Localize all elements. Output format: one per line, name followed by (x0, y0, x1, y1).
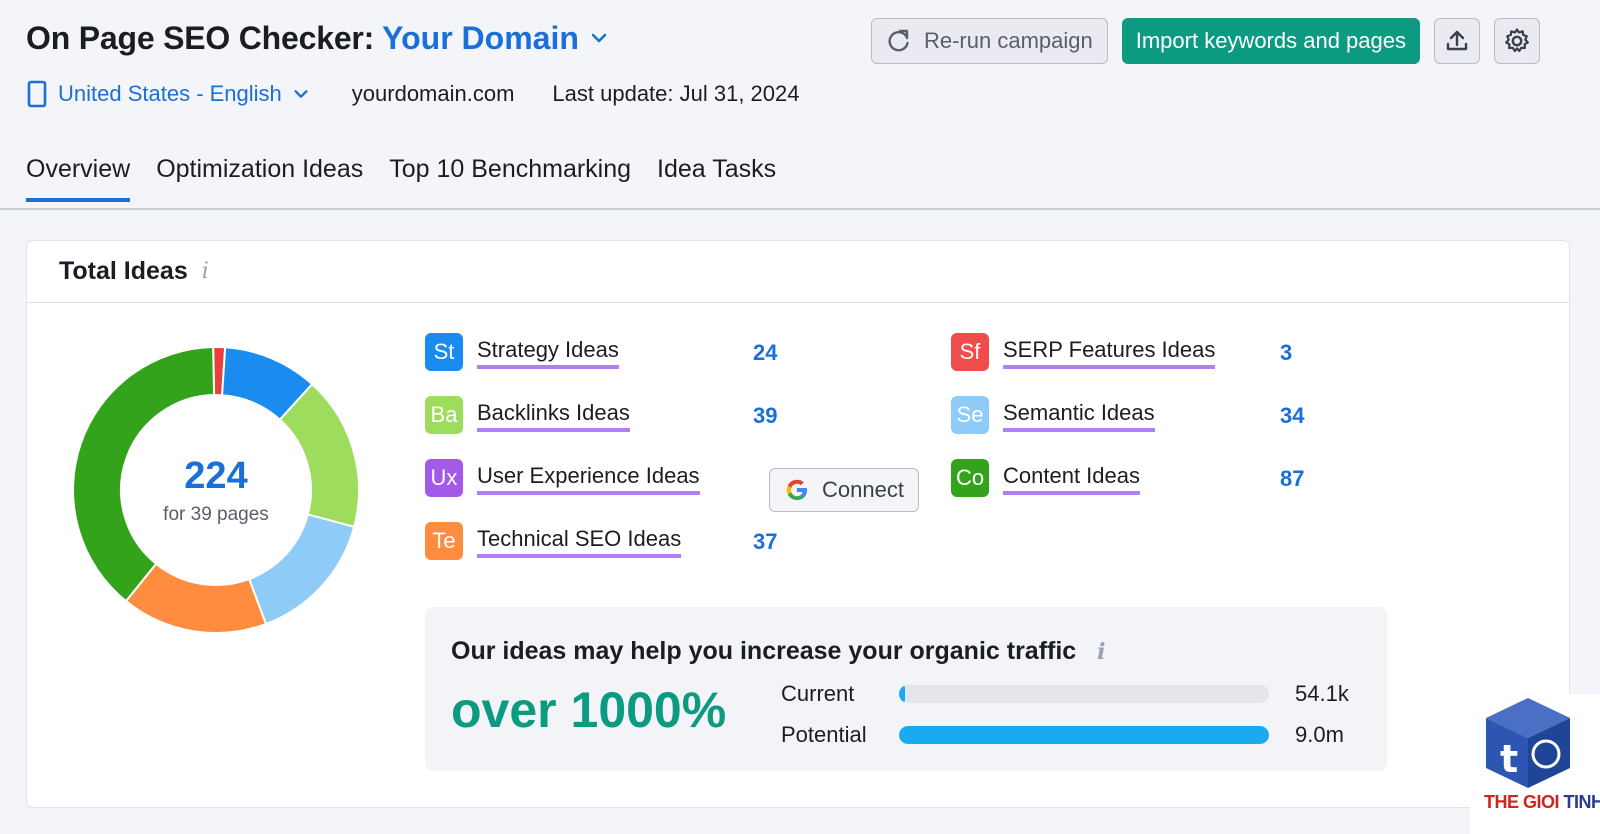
user-experience-ideas-link[interactable]: User Experience Ideas (477, 461, 700, 495)
organic-traffic-box: Our ideas may help you increase your org… (425, 607, 1387, 771)
mobile-device-icon (27, 80, 47, 108)
idea-row-semantic: Se Semantic Ideas (951, 395, 1155, 435)
tab-overview[interactable]: Overview (26, 155, 131, 202)
cube-logo-icon: t (1486, 698, 1570, 788)
idea-row-backlinks: Ba Backlinks Ideas (425, 395, 630, 435)
export-button[interactable] (1434, 18, 1480, 64)
rerun-campaign-button[interactable]: Re-run campaign (870, 18, 1108, 64)
last-update: Last update: Jul 31, 2024 (552, 81, 800, 106)
info-icon[interactable]: i (202, 259, 209, 284)
donut-center: 224 for 39 pages (71, 345, 361, 635)
tab-bar: Overview Optimization Ideas Top 10 Bench… (26, 155, 802, 202)
potential-label: Potential (781, 722, 867, 747)
semantic-ideas-count[interactable]: 34 (1280, 403, 1304, 429)
potential-traffic-value: 9.0m (1295, 722, 1344, 747)
potential-traffic-fill (899, 726, 1269, 744)
refresh-icon (888, 29, 909, 52)
content-ideas-link[interactable]: Content Ideas (1003, 461, 1140, 495)
svg-text:t: t (1500, 737, 1518, 781)
tab-top-10-benchmarking[interactable]: Top 10 Benchmarking (389, 155, 631, 200)
technical-seo-ideas-count[interactable]: 37 (753, 529, 777, 555)
semantic-ideas-link[interactable]: Semantic Ideas (1003, 398, 1155, 432)
current-traffic-fill (899, 685, 905, 703)
current-label: Current (781, 681, 855, 706)
tab-idea-tasks[interactable]: Idea Tasks (657, 155, 776, 200)
strategy-ideas-link[interactable]: Strategy Ideas (477, 335, 619, 369)
idea-row-serp-features: Sf SERP Features Ideas (951, 332, 1216, 372)
watermark-brand-b: TINHOC (1563, 792, 1600, 812)
tab-optimization-ideas[interactable]: Optimization Ideas (156, 155, 363, 200)
current-traffic-value: 54.1k (1295, 681, 1349, 706)
import-keywords-button[interactable]: Import keywords and pages (1121, 18, 1420, 64)
backlinks-badge: Ba (425, 396, 463, 434)
meta-row: United States - English yourdomain.com L… (26, 76, 800, 112)
chevron-down-icon (294, 90, 308, 98)
watermark-brand: THE GIOI TINHOC (1484, 792, 1600, 813)
domain-name: Your Domain (382, 19, 579, 56)
current-traffic-bar (899, 685, 1269, 703)
potential-traffic-row: Potential 9.0m (781, 722, 1344, 748)
traffic-increase: over 1000% (451, 682, 727, 738)
backlinks-ideas-count[interactable]: 39 (753, 403, 777, 429)
total-ideas-count: 224 (184, 454, 248, 497)
page-header: On Page SEO Checker: Your Domain Re-run … (26, 18, 1574, 108)
gear-icon (1505, 28, 1529, 53)
header-actions: Re-run campaign Import keywords and page… (870, 18, 1540, 64)
tabs-divider (0, 208, 1600, 210)
rerun-campaign-label: Re-run campaign (923, 28, 1093, 53)
serp-features-ideas-count[interactable]: 3 (1280, 340, 1292, 366)
idea-row-content: Co Content Ideas (951, 458, 1140, 498)
card-header: Total Ideas i (27, 241, 1569, 303)
google-icon (786, 479, 808, 500)
technical-seo-ideas-link[interactable]: Technical SEO Ideas (477, 524, 682, 558)
info-icon[interactable]: i (1097, 639, 1105, 665)
idea-row-user-experience: Ux User Experience Ideas (425, 458, 700, 498)
site-url: yourdomain.com (351, 81, 515, 106)
watermark-logo: t THE GIOI TINHOC (1470, 694, 1600, 834)
backlinks-ideas-link[interactable]: Backlinks Ideas (477, 398, 630, 432)
current-traffic-row: Current 54.1k (781, 681, 1349, 707)
strategy-ideas-count[interactable]: 24 (753, 340, 777, 366)
content-badge: Co (951, 459, 989, 497)
content-ideas-count[interactable]: 87 (1280, 466, 1304, 492)
traffic-title: Our ideas may help you increase your org… (451, 637, 1077, 665)
traffic-title-row: Our ideas may help you increase your org… (451, 637, 1106, 666)
domain-selector[interactable]: Your Domain (382, 20, 609, 57)
total-ideas-card: Total Ideas i 224 for 39 pages St Strate… (26, 240, 1570, 808)
locale-selector[interactable]: United States - English (26, 80, 310, 108)
technical-seo-badge: Te (425, 522, 463, 560)
potential-traffic-bar (899, 726, 1269, 744)
page-title: On Page SEO Checker: (26, 19, 375, 56)
settings-button[interactable] (1494, 18, 1540, 64)
idea-row-strategy: St Strategy Ideas (425, 332, 619, 372)
total-ideas-subtitle: for 39 pages (163, 503, 269, 525)
card-title: Total Ideas (59, 257, 188, 285)
strategy-badge: St (425, 333, 463, 371)
google-connect-button[interactable]: Connect (769, 468, 919, 512)
connect-label: Connect (822, 477, 904, 502)
semantic-badge: Se (951, 396, 989, 434)
serp-features-ideas-link[interactable]: SERP Features Ideas (1003, 335, 1216, 369)
user-experience-badge: Ux (425, 459, 463, 497)
watermark-brand-a: THE GIOI (1484, 792, 1564, 812)
locale-label: United States - English (58, 81, 282, 106)
serp-features-badge: Sf (951, 333, 989, 371)
chevron-down-icon (591, 33, 607, 43)
idea-row-technical-seo: Te Technical SEO Ideas (425, 521, 682, 561)
import-keywords-label: Import keywords and pages (1135, 28, 1406, 53)
upload-icon (1446, 30, 1468, 51)
